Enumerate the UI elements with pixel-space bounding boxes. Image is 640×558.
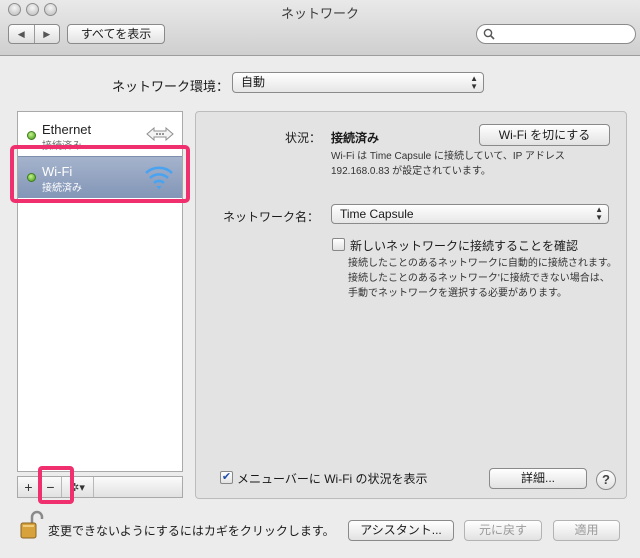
ask-join-checkbox[interactable] — [332, 238, 345, 251]
show-menu-label: メニューバーに Wi-Fi の状況を表示 — [237, 472, 428, 486]
ask-join-help: 手動でネットワークを選択する必要があります。 — [348, 288, 567, 299]
revert-button[interactable]: 元に戻す — [464, 520, 542, 541]
location-popup[interactable]: 自動 ▲ ▼ — [232, 72, 484, 93]
forward-button[interactable]: ▶ — [33, 25, 60, 43]
ask-join-label: 新しいネットワークに接続することを確認 — [350, 239, 579, 253]
ask-join-help: 接続したことのあるネットワークに自動的に接続されます。 — [348, 258, 617, 269]
status-dot-icon — [27, 131, 36, 140]
back-button[interactable]: ◀ — [9, 25, 34, 43]
remove-highlight-annotation — [38, 466, 74, 504]
search-icon — [483, 28, 495, 40]
network-name-popup[interactable]: Time Capsule ▲ ▼ — [331, 204, 609, 224]
network-name-label: ネットワーク名： — [223, 210, 320, 224]
location-label: ネットワーク環境： — [112, 79, 230, 94]
ethernet-arrows-icon — [146, 126, 174, 142]
status-label: 状況： — [285, 131, 322, 145]
assistant-button[interactable]: アシスタント... — [348, 520, 454, 541]
lock-icon[interactable] — [20, 510, 44, 540]
add-service-button[interactable]: + — [18, 477, 40, 497]
ask-join-help: 接続したことのあるネットワーク'に接続できない場合は、 — [348, 273, 610, 284]
status-value: 接続済み — [331, 131, 380, 145]
window-toolbar: ネットワーク ◀ ▶ すべてを表示 — [0, 0, 640, 56]
back-forward-buttons: ◀ ▶ — [8, 24, 60, 44]
network-name-value: Time Capsule — [340, 207, 414, 221]
advanced-button[interactable]: 詳細... — [489, 468, 587, 489]
location-value: 自動 — [241, 75, 266, 89]
help-button[interactable]: ? — [596, 470, 616, 490]
status-description: Wi-Fi は Time Capsule に接続していて、IP アドレス — [331, 151, 565, 162]
popup-arrows-icon: ▲ ▼ — [470, 73, 478, 91]
lock-description: 変更できないようにするにはカギをクリックします。 — [48, 524, 335, 538]
window-title: ネットワーク — [280, 6, 359, 21]
show-all-button[interactable]: すべてを表示 — [67, 24, 165, 44]
status-description: 192.168.0.83 が設定されています。 — [331, 166, 491, 177]
wifi-highlight-annotation — [10, 145, 190, 203]
search-input[interactable] — [499, 27, 631, 41]
popup-arrows-icon: ▲ ▼ — [595, 205, 603, 222]
turn-wifi-off-button[interactable]: Wi-Fi を切にする — [479, 124, 610, 146]
apply-button[interactable]: 適用 — [553, 520, 620, 541]
search-field[interactable] — [476, 24, 636, 44]
show-menu-checkbox[interactable]: ✔ — [220, 471, 233, 484]
service-name: Ethernet — [42, 122, 92, 137]
